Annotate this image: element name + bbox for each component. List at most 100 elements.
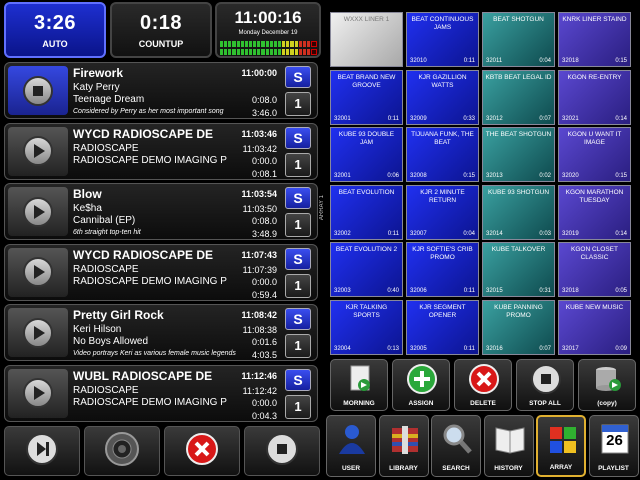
playlist-row[interactable]: WYCD RADIOSCAPE DE RADIOSCAPE RADIOSCAPE… <box>4 122 318 180</box>
cart-duration: 0:04 <box>539 58 551 64</box>
nav-label: USER <box>341 465 361 472</box>
nav-user[interactable]: USER <box>326 415 376 477</box>
cart-button[interactable]: KUBE 93 DOUBLE JAM 32001 0:06 <box>330 127 403 182</box>
cart-button[interactable]: KJR TALKING SPORTS 32004 0:13 <box>330 299 403 355</box>
row-number-button[interactable]: 1 <box>285 152 311 177</box>
action-label: (copy) <box>597 400 617 407</box>
cart-label: KJR SOFTIE'S CRIB PROMO <box>412 246 473 261</box>
row-segue-button[interactable]: S <box>285 368 311 391</box>
row-artist: RADIOSCAPE <box>73 142 139 154</box>
cart-button[interactable]: KBTB BEAT LEGAL ID 32012 0:07 <box>482 69 555 125</box>
playlist-row[interactable]: Firework Katy Perry Teenage Dream Consid… <box>4 62 318 119</box>
cart-button[interactable]: KNRK LINER STAIND 32018 0:15 <box>558 12 631 67</box>
cart-label: KGON U WANT IT IMAGE <box>567 131 622 146</box>
cart-button[interactable]: KGON MARATHON TUESDAY 32019 0:14 <box>558 184 631 240</box>
cart-duration: 0:11 <box>387 230 399 237</box>
row-number-button[interactable]: 1 <box>285 92 311 116</box>
cart-button[interactable]: KGON CLOSET CLASSIC 32018 0:05 <box>558 242 631 297</box>
row-number-button[interactable]: 1 <box>285 334 311 358</box>
cart-button[interactable]: KJR SOFTIE'S CRIB PROMO 32006 0:11 <box>406 242 479 297</box>
countup-time: 0:18 <box>139 11 183 34</box>
cart-button[interactable]: BEAT BRAND NEW GROOVE 32001 0:11 <box>330 69 403 125</box>
cart-button[interactable]: BEAT SHOTGUN 32011 0:04 <box>482 12 555 67</box>
cart-button[interactable]: TIJUANA FUNK, THE BEAT 32008 0:15 <box>406 127 479 182</box>
row-play-button[interactable] <box>8 247 68 297</box>
cart-duration: 0:15 <box>463 173 475 179</box>
cart-button[interactable]: BEAT CONTINUOUS JAMS 32010 0:11 <box>406 12 479 67</box>
row-number-button[interactable]: 1 <box>285 394 311 419</box>
cart-duration: 0:33 <box>463 115 475 122</box>
auto-counter[interactable]: 3:26 AUTO <box>4 2 106 58</box>
cart-button[interactable]: KUBE TALKOVER 32015 0:31 <box>482 242 555 297</box>
row-title: WYCD RADIOSCAPE DE <box>73 247 214 262</box>
row-segue-button[interactable]: S <box>285 187 311 209</box>
row-intro: 0:01.6 <box>251 337 277 347</box>
cart-button[interactable]: KUBE 93 SHOTGUN 32014 0:03 <box>482 184 555 240</box>
cart-label: KUBE 93 SHOTGUN <box>487 188 550 196</box>
nav-library[interactable]: LIBRARY <box>378 415 429 477</box>
nav-label: PLAYLIST <box>598 465 629 472</box>
play-icon <box>23 317 53 348</box>
row-segue-button[interactable]: S <box>285 308 311 330</box>
cart-button[interactable]: KJR 2 MINUTE RETURN 32007 0:04 <box>406 184 479 240</box>
morning-button[interactable]: MORNING <box>330 359 388 411</box>
row-play-button[interactable] <box>8 126 68 176</box>
row-segue-button[interactable]: S <box>285 66 311 88</box>
nav-playlist[interactable]: 26 PLAYLIST <box>588 415 639 477</box>
copy-button[interactable]: (copy) <box>578 359 636 411</box>
cart-button[interactable]: BEAT EVOLUTION 2 32003 0:40 <box>330 242 403 297</box>
row-play-button[interactable] <box>8 368 68 418</box>
row-segue-button[interactable]: S <box>285 247 311 270</box>
cart-button[interactable]: KUBE PANNING PROMO 32016 0:07 <box>482 299 555 355</box>
row-number-button[interactable]: 1 <box>285 273 311 298</box>
row-stop-button[interactable] <box>8 66 68 115</box>
row-segue-button[interactable]: S <box>285 126 311 149</box>
stop-button[interactable] <box>244 426 320 476</box>
playlist-row[interactable]: Pretty Girl Rock Keri Hilson No Boys All… <box>4 304 318 361</box>
next-button[interactable] <box>4 426 80 476</box>
cart-number: 32012 <box>486 115 503 122</box>
cart-button[interactable]: KJR GAZILLION WATTS 32009 0:33 <box>406 69 479 125</box>
cart-number: 32020 <box>562 173 579 179</box>
cart-button[interactable]: WXXX LINER 1 <box>330 12 403 67</box>
playlist-row[interactable]: WUBL RADIOSCAPE DE RADIOSCAPE RADIOSCAPE… <box>4 364 318 422</box>
assign-button[interactable]: ASSIGN <box>392 359 450 411</box>
row-start-time: 11:08:42 <box>241 310 277 320</box>
row-play-button[interactable] <box>8 187 68 236</box>
cart-duration: 0:03 <box>539 230 551 237</box>
stop-all-button[interactable]: STOP ALL <box>516 359 574 411</box>
user-icon <box>336 422 368 456</box>
cart-number: 32009 <box>410 115 427 122</box>
cart-label: KUBE PANNING PROMO <box>494 303 543 319</box>
delete-button[interactable]: DELETE <box>454 359 512 411</box>
playlist-row[interactable]: Blow Ke$ha Cannibal (EP) 6th straight to… <box>4 183 318 240</box>
row-artist: RADIOSCAPE <box>73 263 139 275</box>
row-duration: 0:59.4 <box>251 289 277 300</box>
auto-label: AUTO <box>42 38 68 49</box>
cart-label: KGON RE-ENTRY <box>567 73 622 81</box>
cart-number: 32019 <box>562 230 579 237</box>
nav-array[interactable]: ARRAY <box>536 415 586 477</box>
cart-button[interactable]: KUBE NEW MUSIC 32017 0:09 <box>558 299 631 355</box>
row-note: Video portrays Keri as various female mu… <box>73 350 236 357</box>
row-play-button[interactable] <box>8 308 68 357</box>
cart-duration: 0:05 <box>615 288 627 294</box>
cart-button[interactable]: KJR SEGMENT OPENER 32005 0:11 <box>406 299 479 355</box>
cart-label: KJR GAZILLION WATTS <box>418 73 467 89</box>
cart-button[interactable]: KGON U WANT IT IMAGE 32020 0:15 <box>558 127 631 182</box>
nav-history[interactable]: HISTORY <box>483 415 534 477</box>
playlist-row[interactable]: WYCD RADIOSCAPE DE RADIOSCAPE RADIOSCAPE… <box>4 243 318 301</box>
countup-counter[interactable]: 0:18 COUNTUP <box>110 2 212 58</box>
cart-button[interactable]: BEAT EVOLUTION 32002 0:11 <box>330 184 403 240</box>
cart-label: KUBE NEW MUSIC <box>565 303 624 311</box>
action-label: ASSIGN <box>408 400 434 407</box>
cart-button[interactable]: THE BEAT SHOTGUN 32013 0:02 <box>482 127 555 182</box>
cart-button[interactable]: KGON RE-ENTRY 32021 0:14 <box>558 69 631 125</box>
speaker-button[interactable] <box>84 426 160 476</box>
cart-number: 32007 <box>410 230 427 237</box>
row-number-button[interactable]: 1 <box>285 213 311 237</box>
cart-number: 32006 <box>410 288 427 294</box>
nav-search[interactable]: SEARCH <box>431 415 481 477</box>
delete-button[interactable] <box>164 426 240 476</box>
row-intro: 0:00.0 <box>251 276 277 287</box>
